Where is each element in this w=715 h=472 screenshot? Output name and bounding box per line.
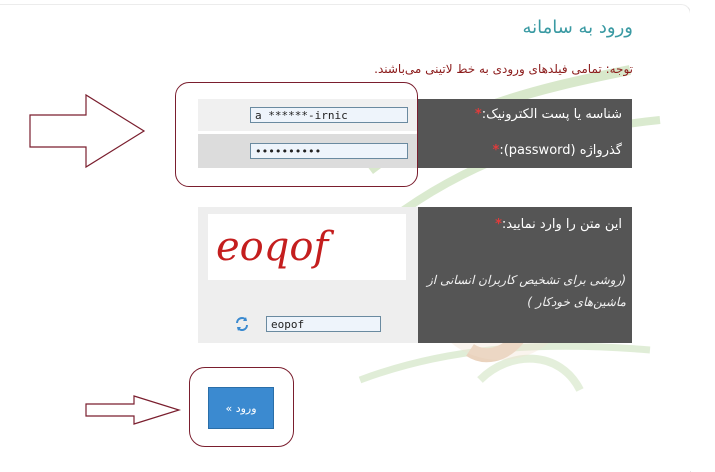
email-label-text: شناسه یا پست الکترونیک: xyxy=(481,107,622,122)
credentials-highlight xyxy=(175,82,418,187)
arrow-right-icon xyxy=(29,93,146,169)
captcha-text: eoqof xyxy=(216,224,334,270)
submit-highlight xyxy=(189,367,294,447)
captcha-input[interactable]: eopof xyxy=(266,316,381,332)
refresh-icon xyxy=(236,317,248,331)
captcha-label-text: این متن را وارد نمایید: xyxy=(501,217,622,232)
captcha-label: این متن را وارد نمایید:* xyxy=(495,217,622,232)
notice-text: تمامی فیلدهای ورودی به خط لاتینی می‌باشن… xyxy=(374,62,606,76)
page-edge xyxy=(690,0,715,471)
notice-prefix: توجه: xyxy=(605,62,633,76)
required-star: * xyxy=(495,217,502,232)
captcha-label-column: این متن را وارد نمایید:* (روشی برای تشخی… xyxy=(418,207,632,343)
password-label: گذرواژه (password):* xyxy=(493,143,622,158)
page-title: ورود به سامانه xyxy=(522,17,633,38)
email-label: شناسه یا پست الکترونیک:* xyxy=(475,107,622,122)
arrow-right-icon xyxy=(85,395,182,425)
latin-notice: توجه: تمامی فیلدهای ورودی به خط لاتینی م… xyxy=(374,62,633,76)
captcha-hint: (روشی برای تشخیص کاربران انسانی از ماشین… xyxy=(427,273,626,309)
password-label-text: گذرواژه (password): xyxy=(499,143,622,158)
required-star: * xyxy=(474,107,482,122)
refresh-captcha-button[interactable] xyxy=(234,316,250,332)
captcha-glyphs: eoqof xyxy=(216,224,334,270)
credentials-label-column: شناسه یا پست الکترونیک:* گذرواژه (passwo… xyxy=(418,99,632,168)
captcha-image: eoqof xyxy=(208,214,406,280)
